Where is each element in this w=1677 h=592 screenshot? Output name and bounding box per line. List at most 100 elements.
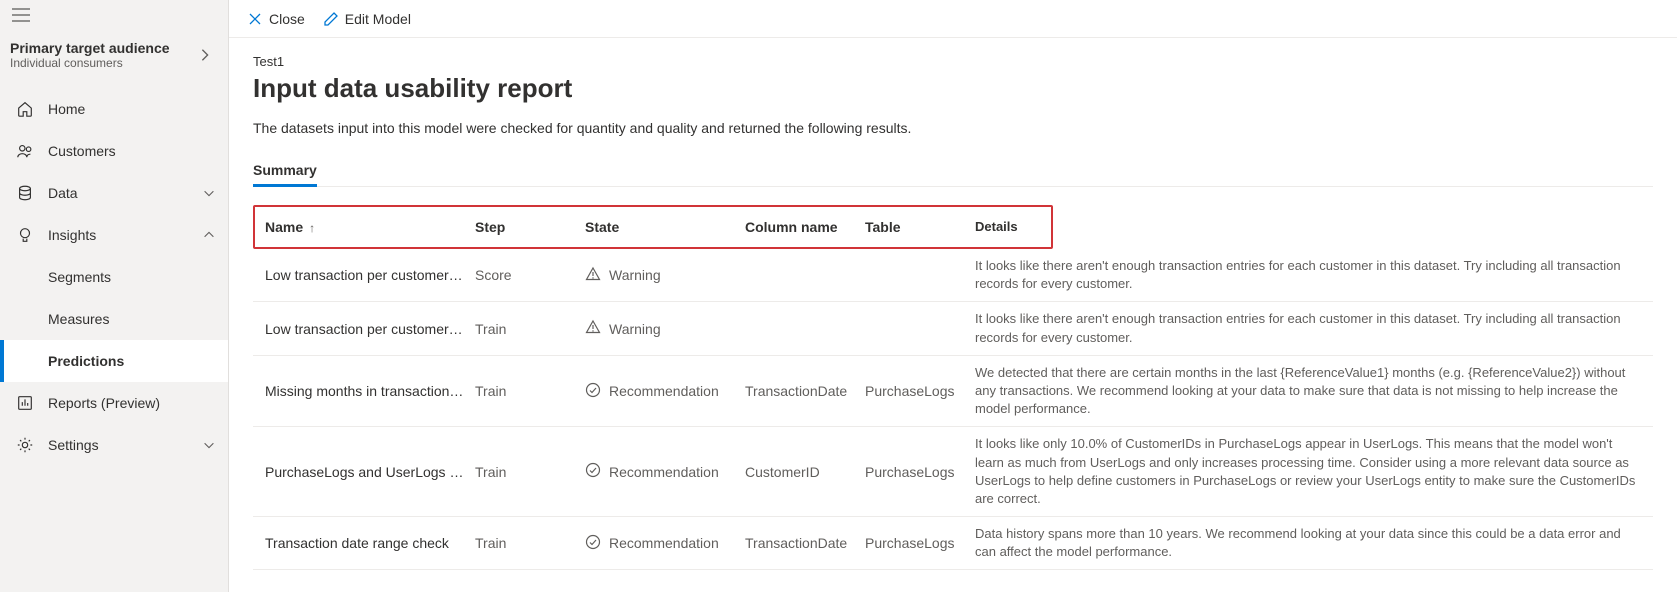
warning-icon — [585, 266, 601, 285]
column-header-table[interactable]: Table — [865, 219, 975, 235]
sidebar-item-label: Reports (Preview) — [48, 395, 216, 411]
cell-column-name: TransactionDate — [745, 383, 865, 399]
edit-label: Edit Model — [345, 11, 411, 27]
cell-step: Train — [475, 464, 585, 480]
cell-details: We detected that there are certain month… — [975, 364, 1641, 419]
tabs: Summary — [253, 154, 1653, 187]
close-icon — [247, 11, 263, 27]
nav: Home Customers Data Insights Segments Me… — [0, 88, 228, 592]
column-header-details[interactable]: Details — [975, 218, 1018, 236]
column-header-state[interactable]: State — [585, 219, 745, 235]
table-row[interactable]: Missing months in transactions ...Train R… — [253, 356, 1653, 428]
close-label: Close — [269, 11, 305, 27]
table-header: Name↑ Step State Column name Table Detai… — [253, 205, 1053, 249]
cell-name: Missing months in transactions ... — [265, 383, 475, 399]
column-header-step[interactable]: Step — [475, 219, 585, 235]
sidebar-item-home[interactable]: Home — [0, 88, 228, 130]
audience-subtitle: Individual consumers — [10, 56, 170, 70]
sidebar-item-label: Predictions — [48, 353, 124, 369]
cell-state: Warning — [585, 266, 745, 285]
hamburger-menu[interactable] — [0, 0, 228, 30]
checkmark-icon — [585, 462, 601, 481]
checkmark-icon — [585, 382, 601, 401]
cell-state: Recommendation — [585, 462, 745, 481]
cell-state: Recommendation — [585, 382, 745, 401]
cell-step: Train — [475, 535, 585, 551]
gear-icon — [16, 436, 34, 454]
cell-step: Train — [475, 321, 585, 337]
cell-details: Data history spans more than 10 years. W… — [975, 525, 1641, 561]
sort-ascending-icon: ↑ — [309, 221, 315, 235]
cell-name: Low transaction per customer (s... — [265, 321, 475, 337]
main: Close Edit Model Test1 Input data usabil… — [229, 0, 1677, 592]
tab-summary[interactable]: Summary — [253, 154, 317, 186]
page-title: Input data usability report — [253, 73, 1653, 104]
sidebar-item-label: Segments — [48, 269, 111, 285]
sidebar-item-reports[interactable]: Reports (Preview) — [0, 382, 228, 424]
sidebar-item-label: Insights — [48, 227, 188, 243]
cell-step: Score — [475, 267, 585, 283]
sidebar-item-label: Home — [48, 101, 216, 117]
state-text: Recommendation — [609, 464, 719, 480]
table-row[interactable]: Low transaction per customer (s...Score W… — [253, 249, 1653, 302]
tab-label: Summary — [253, 162, 317, 178]
toolbar: Close Edit Model — [229, 0, 1677, 38]
sidebar-item-label: Measures — [48, 311, 109, 327]
audience-title: Primary target audience — [10, 40, 170, 56]
chevron-up-icon — [202, 228, 216, 242]
report-table: Name↑ Step State Column name Table Detai… — [253, 205, 1653, 570]
cell-name: Low transaction per customer (s... — [265, 267, 475, 283]
content: Test1 Input data usability report The da… — [229, 38, 1677, 592]
chevron-right-icon — [198, 48, 212, 62]
reports-icon — [16, 394, 34, 412]
cell-step: Train — [475, 383, 585, 399]
sidebar-item-settings[interactable]: Settings — [0, 424, 228, 466]
sidebar-item-segments[interactable]: Segments — [0, 256, 228, 298]
sidebar-item-predictions[interactable]: Predictions — [0, 340, 228, 382]
cell-details: It looks like there aren't enough transa… — [975, 310, 1641, 346]
customers-icon — [16, 142, 34, 160]
table-row[interactable]: Low transaction per customer (s...Train W… — [253, 302, 1653, 355]
cell-details: It looks like there aren't enough transa… — [975, 257, 1641, 293]
edit-model-button[interactable]: Edit Model — [323, 11, 411, 27]
sidebar: Primary target audience Individual consu… — [0, 0, 229, 592]
page-description: The datasets input into this model were … — [253, 120, 1653, 136]
close-button[interactable]: Close — [247, 11, 305, 27]
state-text: Warning — [609, 321, 661, 337]
state-text: Warning — [609, 267, 661, 283]
chevron-down-icon — [202, 186, 216, 200]
cell-name: Transaction date range check — [265, 535, 475, 551]
hamburger-icon — [12, 8, 30, 22]
cell-name: PurchaseLogs and UserLogs cus... — [265, 464, 475, 480]
breadcrumb: Test1 — [253, 54, 1653, 69]
sidebar-item-measures[interactable]: Measures — [0, 298, 228, 340]
sidebar-item-customers[interactable]: Customers — [0, 130, 228, 172]
warning-icon — [585, 319, 601, 338]
sidebar-item-insights[interactable]: Insights — [0, 214, 228, 256]
sidebar-item-label: Data — [48, 185, 188, 201]
cell-table: PurchaseLogs — [865, 535, 975, 551]
chevron-down-icon — [202, 438, 216, 452]
column-header-column-name[interactable]: Column name — [745, 219, 865, 235]
cell-state: Warning — [585, 319, 745, 338]
table-row[interactable]: Transaction date range checkTrain Recomme… — [253, 517, 1653, 570]
state-text: Recommendation — [609, 383, 719, 399]
state-text: Recommendation — [609, 535, 719, 551]
sidebar-item-label: Customers — [48, 143, 216, 159]
data-icon — [16, 184, 34, 202]
cell-details: It looks like only 10.0% of CustomerIDs … — [975, 435, 1641, 508]
column-header-name[interactable]: Name↑ — [265, 219, 475, 235]
cell-state: Recommendation — [585, 534, 745, 553]
insights-icon — [16, 226, 34, 244]
home-icon — [16, 100, 34, 118]
cell-table: PurchaseLogs — [865, 464, 975, 480]
sidebar-item-label: Settings — [48, 437, 188, 453]
audience-picker[interactable]: Primary target audience Individual consu… — [0, 30, 228, 80]
table-row[interactable]: PurchaseLogs and UserLogs cus...Train Rec… — [253, 427, 1653, 517]
checkmark-icon — [585, 534, 601, 553]
cell-table: PurchaseLogs — [865, 383, 975, 399]
edit-icon — [323, 11, 339, 27]
sidebar-item-data[interactable]: Data — [0, 172, 228, 214]
cell-column-name: CustomerID — [745, 464, 865, 480]
cell-column-name: TransactionDate — [745, 535, 865, 551]
